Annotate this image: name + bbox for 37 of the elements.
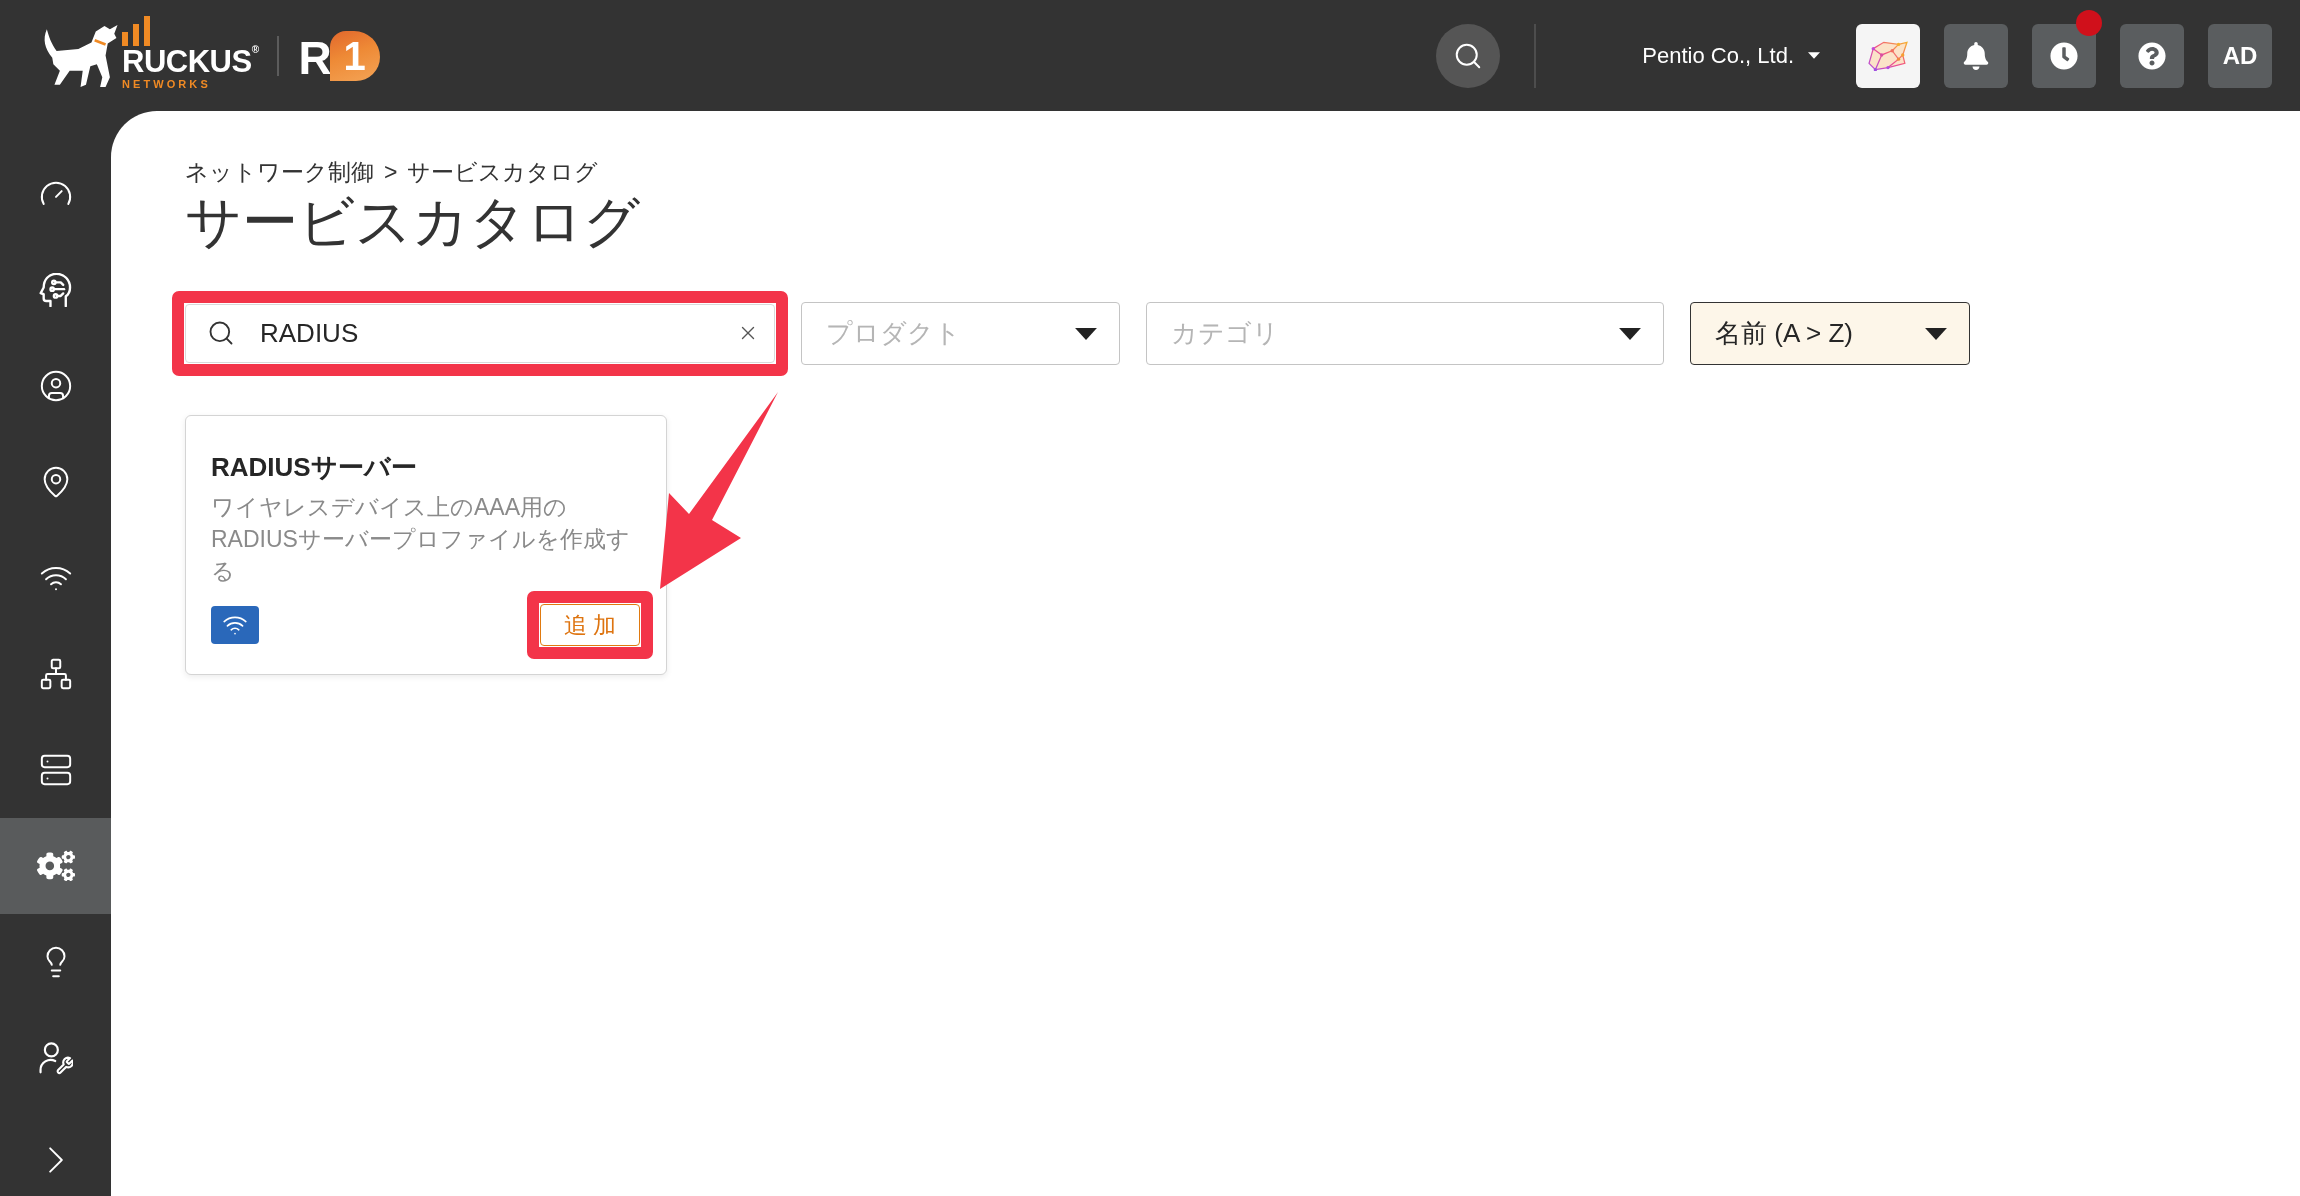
sort-dropdown[interactable]: 名前 (A > Z) bbox=[1690, 302, 1970, 365]
brand-name: RUCKUS$^{®}$ bbox=[122, 45, 259, 78]
notifications-button[interactable] bbox=[1944, 23, 2008, 88]
caret-down-icon bbox=[1619, 327, 1641, 340]
help-icon bbox=[2138, 41, 2166, 70]
user-wrench-icon bbox=[38, 1041, 73, 1075]
breadcrumb-link[interactable]: ネットワーク制御 bbox=[185, 158, 374, 186]
product-mark: 1 bbox=[329, 30, 380, 81]
map-graph-icon bbox=[1868, 40, 1908, 71]
bell-icon bbox=[1963, 41, 1989, 70]
card-description: ワイヤレスデバイス上のAAA用のRADIUSサーバープロファイルを作成する bbox=[211, 493, 631, 586]
server-icon bbox=[38, 753, 73, 787]
account-selector[interactable]: Pentio Co., Ltd. bbox=[1642, 41, 1820, 70]
card-title: RADIUSサーバー bbox=[211, 452, 417, 482]
breadcrumb-current: サービスカタログ bbox=[407, 158, 599, 186]
user-avatar-button[interactable]: AD bbox=[2208, 23, 2272, 88]
chevron-right-icon bbox=[48, 1146, 63, 1174]
sidebar-item[interactable] bbox=[0, 818, 111, 914]
product-letter: R bbox=[298, 34, 332, 81]
wifi-icon bbox=[211, 606, 259, 644]
page-title: サービスカタログ bbox=[185, 190, 640, 254]
caret-down-icon bbox=[1808, 52, 1820, 59]
user-circle-icon bbox=[38, 369, 73, 403]
breadcrumb-separator: > bbox=[384, 158, 398, 186]
search-icon bbox=[207, 319, 235, 347]
help-button[interactable] bbox=[2120, 23, 2184, 88]
caret-down-icon bbox=[1075, 327, 1097, 340]
search-field[interactable]: RADIUS bbox=[185, 304, 775, 363]
gears-icon bbox=[36, 850, 75, 882]
map-button[interactable] bbox=[1856, 23, 1920, 88]
network-icon bbox=[38, 657, 73, 691]
caret-down-icon bbox=[1925, 327, 1947, 340]
brand-tagline: NETWORKS bbox=[122, 77, 212, 90]
signal-bars-icon bbox=[122, 15, 150, 46]
clock-icon bbox=[2050, 41, 2078, 70]
head-circuit-icon bbox=[38, 273, 73, 307]
dog-logo-icon bbox=[42, 24, 118, 87]
